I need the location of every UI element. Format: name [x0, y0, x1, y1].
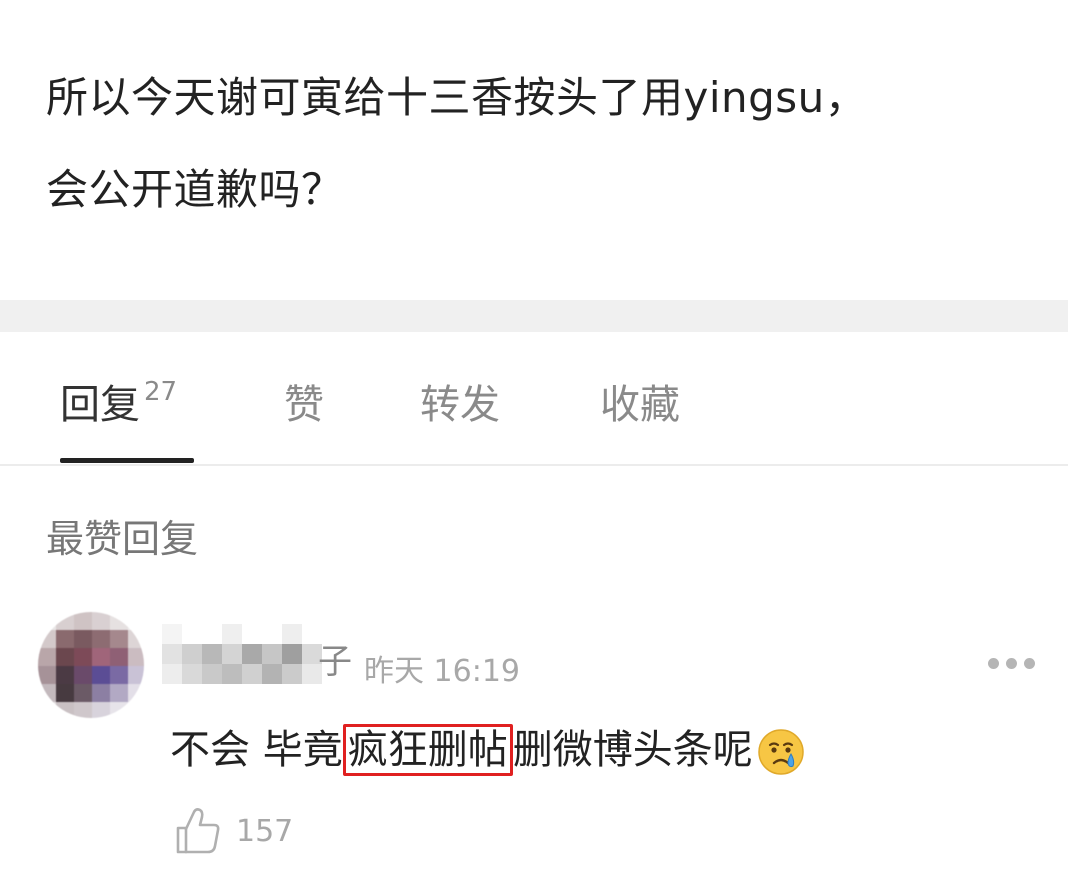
highlighted-phrase: 疯狂删帖 [342, 724, 513, 776]
post-content: 所以今天谢可寅给十三香按头了用yingsu， 会公开道歉吗？ [46, 52, 1006, 236]
crying-face-emoji [757, 729, 804, 775]
active-tab-indicator [60, 458, 194, 463]
tab-reposts[interactable]: 转发 [420, 372, 500, 430]
avatar[interactable] [38, 612, 144, 718]
post-text-line-1: 所以今天谢可寅给十三香按头了用yingsu， [46, 73, 868, 122]
more-dots-icon[interactable] [988, 658, 1036, 670]
username-blurred[interactable] [162, 622, 332, 686]
tab-replies[interactable]: 回复 27 [60, 372, 177, 430]
tab-favorites-label: 收藏 [600, 382, 680, 428]
comment-text-after: 删微博头条呢 [512, 727, 753, 773]
section-separator [0, 300, 1068, 332]
tab-favorites[interactable]: 收藏 [600, 372, 680, 430]
tab-likes[interactable]: 赞 [284, 372, 324, 430]
top-replies-heading: 最赞回复 [46, 517, 199, 561]
comment-text: 不会 毕竟 疯狂删帖 删微博头条呢 [170, 722, 805, 778]
like-count: 157 [236, 814, 294, 849]
tab-reposts-label: 转发 [420, 382, 500, 428]
tab-replies-count: 27 [144, 377, 178, 407]
tab-replies-label: 回复 [60, 382, 140, 428]
username-visible-part[interactable]: 子 [318, 634, 352, 683]
thumbs-up-icon [176, 808, 220, 854]
post-text-line-2: 会公开道歉吗？ [46, 165, 344, 214]
post-detail-page: 所以今天谢可寅给十三香按头了用yingsu， 会公开道歉吗？ 回复 27 赞 转发… [0, 0, 1068, 874]
comment-item: 子 昨天 16:19 不会 毕竟 疯狂删帖 删微博头条呢 157 [0, 600, 1068, 874]
comment-timestamp: 昨天 16:19 [364, 654, 520, 689]
comment-text-before: 不会 毕竟 [170, 727, 343, 773]
tab-likes-label: 赞 [284, 382, 324, 428]
tab-bar: 回复 27 赞 转发 收藏 [0, 332, 1068, 466]
